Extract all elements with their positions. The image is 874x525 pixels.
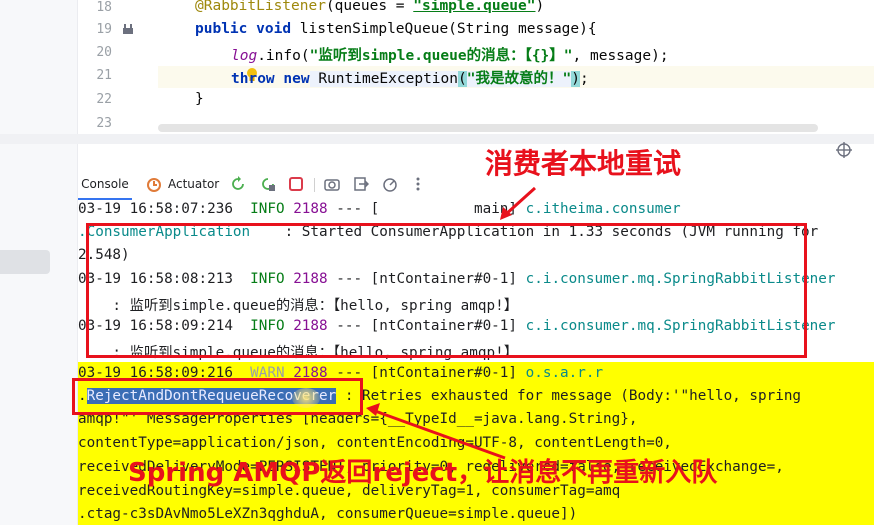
keyword-token: new xyxy=(283,71,310,87)
log-message: : Retries exhausted for message (Body:'"… xyxy=(336,388,802,404)
tab-actuator[interactable]: Actuator xyxy=(146,174,219,200)
editor-horizontal-scrollbar[interactable] xyxy=(158,124,818,132)
log-line: 03-19 16:58:07:236 INFO 2188 --- [ main]… xyxy=(78,201,681,217)
code-token: (queues = xyxy=(325,0,414,14)
restart-icon[interactable] xyxy=(260,176,276,192)
log-logger: c.itheima.consumer xyxy=(525,201,681,217)
keyword-token: throw xyxy=(231,71,275,87)
panel-separator xyxy=(0,134,874,144)
log-line: contentType=application/json, contentEnc… xyxy=(78,435,672,451)
crosshair-icon[interactable] xyxy=(836,142,852,158)
code-token: } xyxy=(195,91,204,107)
line-number: 18 xyxy=(96,0,112,15)
line-number: 19 xyxy=(96,22,112,37)
code-token: ) xyxy=(535,0,545,14)
retry-log-box xyxy=(86,223,807,358)
string-token: "监听到simple.queue的消息：【{}】" xyxy=(309,48,573,64)
code-line-21: throw new RuntimeException("我是故意的！"); xyxy=(231,67,589,88)
code-line-20: log.info("监听到simple.queue的消息：【{}】", mess… xyxy=(231,44,669,65)
log-level: INFO xyxy=(250,201,285,217)
toolbar-divider xyxy=(314,178,315,192)
tab-console[interactable]: Console xyxy=(78,174,132,200)
line-number: 20 xyxy=(96,45,112,60)
line-number: 22 xyxy=(96,92,112,107)
code-line-18: @RabbitListener(queues = "simple.queue") xyxy=(195,0,544,14)
annotation-token: @RabbitListener xyxy=(195,0,326,14)
string-token: "simple.queue" xyxy=(413,0,536,14)
code-token: , message); xyxy=(572,48,669,64)
reject-caption: Spring AMQP返回reject，让消息不再重新入队 xyxy=(128,458,718,488)
log-thread-name: main] xyxy=(379,201,526,217)
keyword-token: void xyxy=(256,21,292,37)
rabbit-listener-gutter-icon[interactable] xyxy=(122,23,134,35)
code-token: .info( xyxy=(257,48,310,64)
code-editor[interactable]: 18 19 20 21 22 23 @RabbitListener(queues… xyxy=(78,0,874,134)
string-token: "我是故意的！" xyxy=(466,71,572,87)
code-token: ; xyxy=(579,71,589,87)
project-panel-strip xyxy=(0,0,78,525)
line-number: 21 xyxy=(96,68,112,83)
log-logger: o.s.a.r.r xyxy=(525,365,604,381)
log-line: .ctag-c3sDAvNmo5LeXZn3qghduA, consumerQu… xyxy=(78,506,578,522)
dashboard-icon[interactable] xyxy=(382,176,398,192)
recoverer-box xyxy=(72,378,363,415)
more-options-icon[interactable] xyxy=(410,176,426,192)
bracket-token: ) xyxy=(571,71,580,87)
code-line-22: } xyxy=(195,91,204,107)
log-thread: --- [ xyxy=(327,201,380,217)
camera-icon[interactable] xyxy=(324,176,340,192)
stop-icon[interactable] xyxy=(288,176,304,192)
line-number: 23 xyxy=(96,116,112,131)
project-panel-selection xyxy=(0,250,50,274)
class-token: RuntimeException xyxy=(309,71,458,87)
bracket-token: ( xyxy=(458,71,467,87)
code-line-19: public void listenSimpleQueue(String mes… xyxy=(195,21,597,37)
exit-icon[interactable] xyxy=(353,176,369,192)
field-token: log xyxy=(231,48,258,64)
rerun-icon[interactable] xyxy=(230,176,246,192)
run-toolwindow-tabs: Console Actuator xyxy=(78,170,874,200)
log-pid: 2188 xyxy=(293,201,328,217)
log-timestamp: 03-19 16:58:07:236 xyxy=(78,201,233,217)
keyword-token: public xyxy=(195,21,248,37)
code-token: listenSimpleQueue(String message){ xyxy=(291,21,597,37)
local-retry-caption: 消费者本地重试 xyxy=(485,147,682,180)
tab-actuator-label: Actuator xyxy=(168,177,220,191)
actuator-icon xyxy=(147,178,161,192)
